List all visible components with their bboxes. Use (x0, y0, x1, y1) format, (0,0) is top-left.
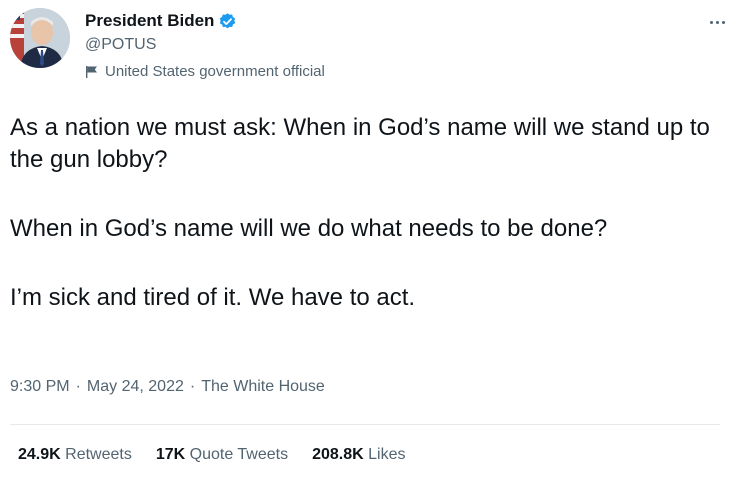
avatar-portrait (10, 8, 70, 68)
government-label[interactable]: United States government official (85, 63, 325, 80)
tweet-paragraph: When in God’s name will we do what needs… (10, 215, 608, 242)
likes-label: Likes (368, 446, 406, 463)
separator-dot: · (189, 378, 196, 395)
tweet-date[interactable]: May 24, 2022 (87, 378, 184, 396)
tweet-time[interactable]: 9:30 PM (10, 378, 70, 396)
quote-tweets-count: 17K (155, 446, 186, 463)
tweet-text: As a nation we must ask: When in God’s n… (10, 112, 725, 314)
likes-stat[interactable]: 208.8K Likes (312, 446, 405, 464)
flag-icon (85, 65, 99, 79)
more-options-button[interactable] (704, 12, 730, 32)
tweet-source[interactable]: The White House (201, 378, 325, 396)
retweets-label: Retweets (65, 446, 132, 463)
handle[interactable]: @POTUS (85, 36, 325, 54)
more-horizontal-icon (709, 20, 725, 24)
government-label-text: United States government official (105, 63, 325, 80)
tweet-card: President Biden @POTUS United States gov (0, 0, 741, 478)
retweets-stat[interactable]: 24.9K Retweets (18, 446, 132, 464)
tweet-paragraph: As a nation we must ask: When in God’s n… (10, 114, 710, 173)
tweet-header: President Biden @POTUS United States gov (10, 8, 730, 88)
separator-dot: · (75, 378, 81, 395)
display-name[interactable]: President Biden (85, 11, 214, 31)
likes-count: 208.8K (312, 446, 364, 463)
avatar[interactable] (10, 8, 70, 68)
tweet-paragraph: I’m sick and tired of it. We have to act… (10, 284, 416, 311)
quote-tweets-stat[interactable]: 17K Quote Tweets (156, 446, 288, 464)
author-info: President Biden @POTUS United States gov (85, 10, 325, 80)
divider (10, 424, 720, 425)
engagement-stats: 24.9K Retweets 17K Quote Tweets 208.8K L… (18, 446, 430, 464)
retweets-count: 24.9K (18, 446, 61, 463)
name-row: President Biden (85, 10, 325, 32)
quote-tweets-label: Quote Tweets (189, 446, 289, 463)
tweet-metadata: 9:30 PM · May 24, 2022 · The White House (10, 378, 325, 396)
verified-badge-icon (218, 12, 237, 31)
